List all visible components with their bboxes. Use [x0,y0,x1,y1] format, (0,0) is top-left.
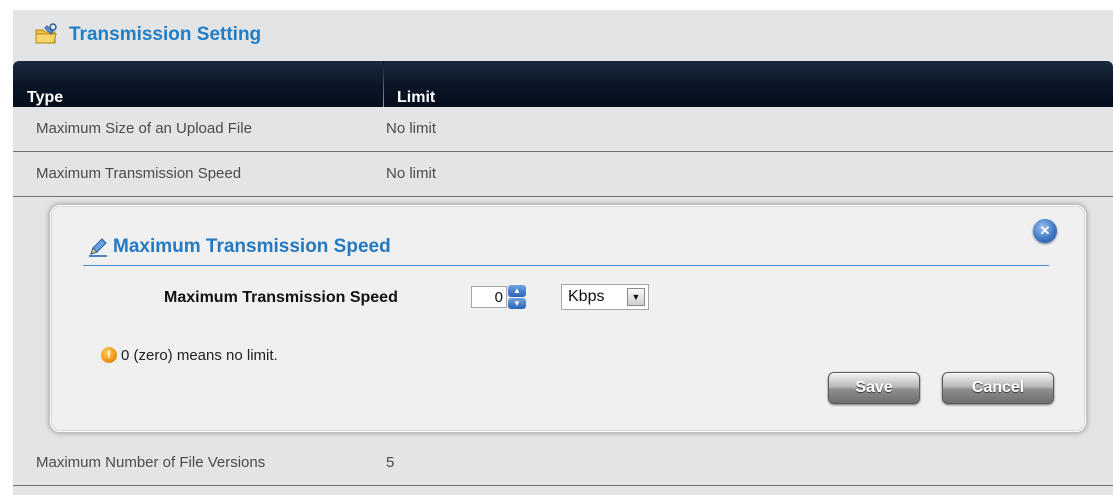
section-title: Transmission Setting [69,24,262,45]
unit-select-value: Kbps [568,288,605,305]
close-icon[interactable]: ✕ [1033,219,1057,243]
edit-speed-dialog: ✕ Maximum Transmission Speed Maximum Tra… [50,205,1086,432]
speed-input[interactable] [471,286,507,308]
unit-select[interactable]: Kbps ▼ [561,284,649,310]
speed-field-label: Maximum Transmission Speed [164,289,398,306]
cell-limit: 5 [386,454,395,471]
save-button[interactable]: Save [828,372,920,404]
cell-type: Maximum Size of an Upload File [36,120,252,137]
column-divider [383,61,384,107]
section-header: Transmission Setting [13,10,1113,60]
dialog-divider [83,265,1049,266]
table-header: Type Limit [13,61,1113,107]
column-header-limit: Limit [397,89,436,106]
zero-note: 0 (zero) means no limit. [121,347,278,364]
cell-limit: No limit [386,165,437,182]
table-row[interactable]: Maximum Transmission Speed No limit [13,152,1113,197]
cell-type: Maximum Transmission Speed [36,165,242,182]
folder-wrench-icon [33,22,59,48]
spinner-up-icon[interactable]: ▲ [508,285,526,297]
column-header-type: Type [27,89,64,106]
table-row[interactable]: Maximum Size of an Upload File No limit [13,107,1113,152]
dialog-title: Maximum Transmission Speed [113,236,391,257]
cell-limit: No limit [386,120,437,137]
spinner-down-icon[interactable]: ▼ [508,297,526,309]
table-row[interactable]: Maximum Number of File Versions 5 [13,441,1113,486]
edit-pencil-icon [87,236,109,258]
cancel-button[interactable]: Cancel [942,372,1054,404]
speed-stepper: ▲ ▼ [471,284,537,310]
chevron-down-icon[interactable]: ▼ [627,288,645,306]
spinner-buttons: ▲ ▼ [508,285,526,309]
info-icon: ! [101,347,117,363]
cell-type: Maximum Number of File Versions [36,454,266,471]
